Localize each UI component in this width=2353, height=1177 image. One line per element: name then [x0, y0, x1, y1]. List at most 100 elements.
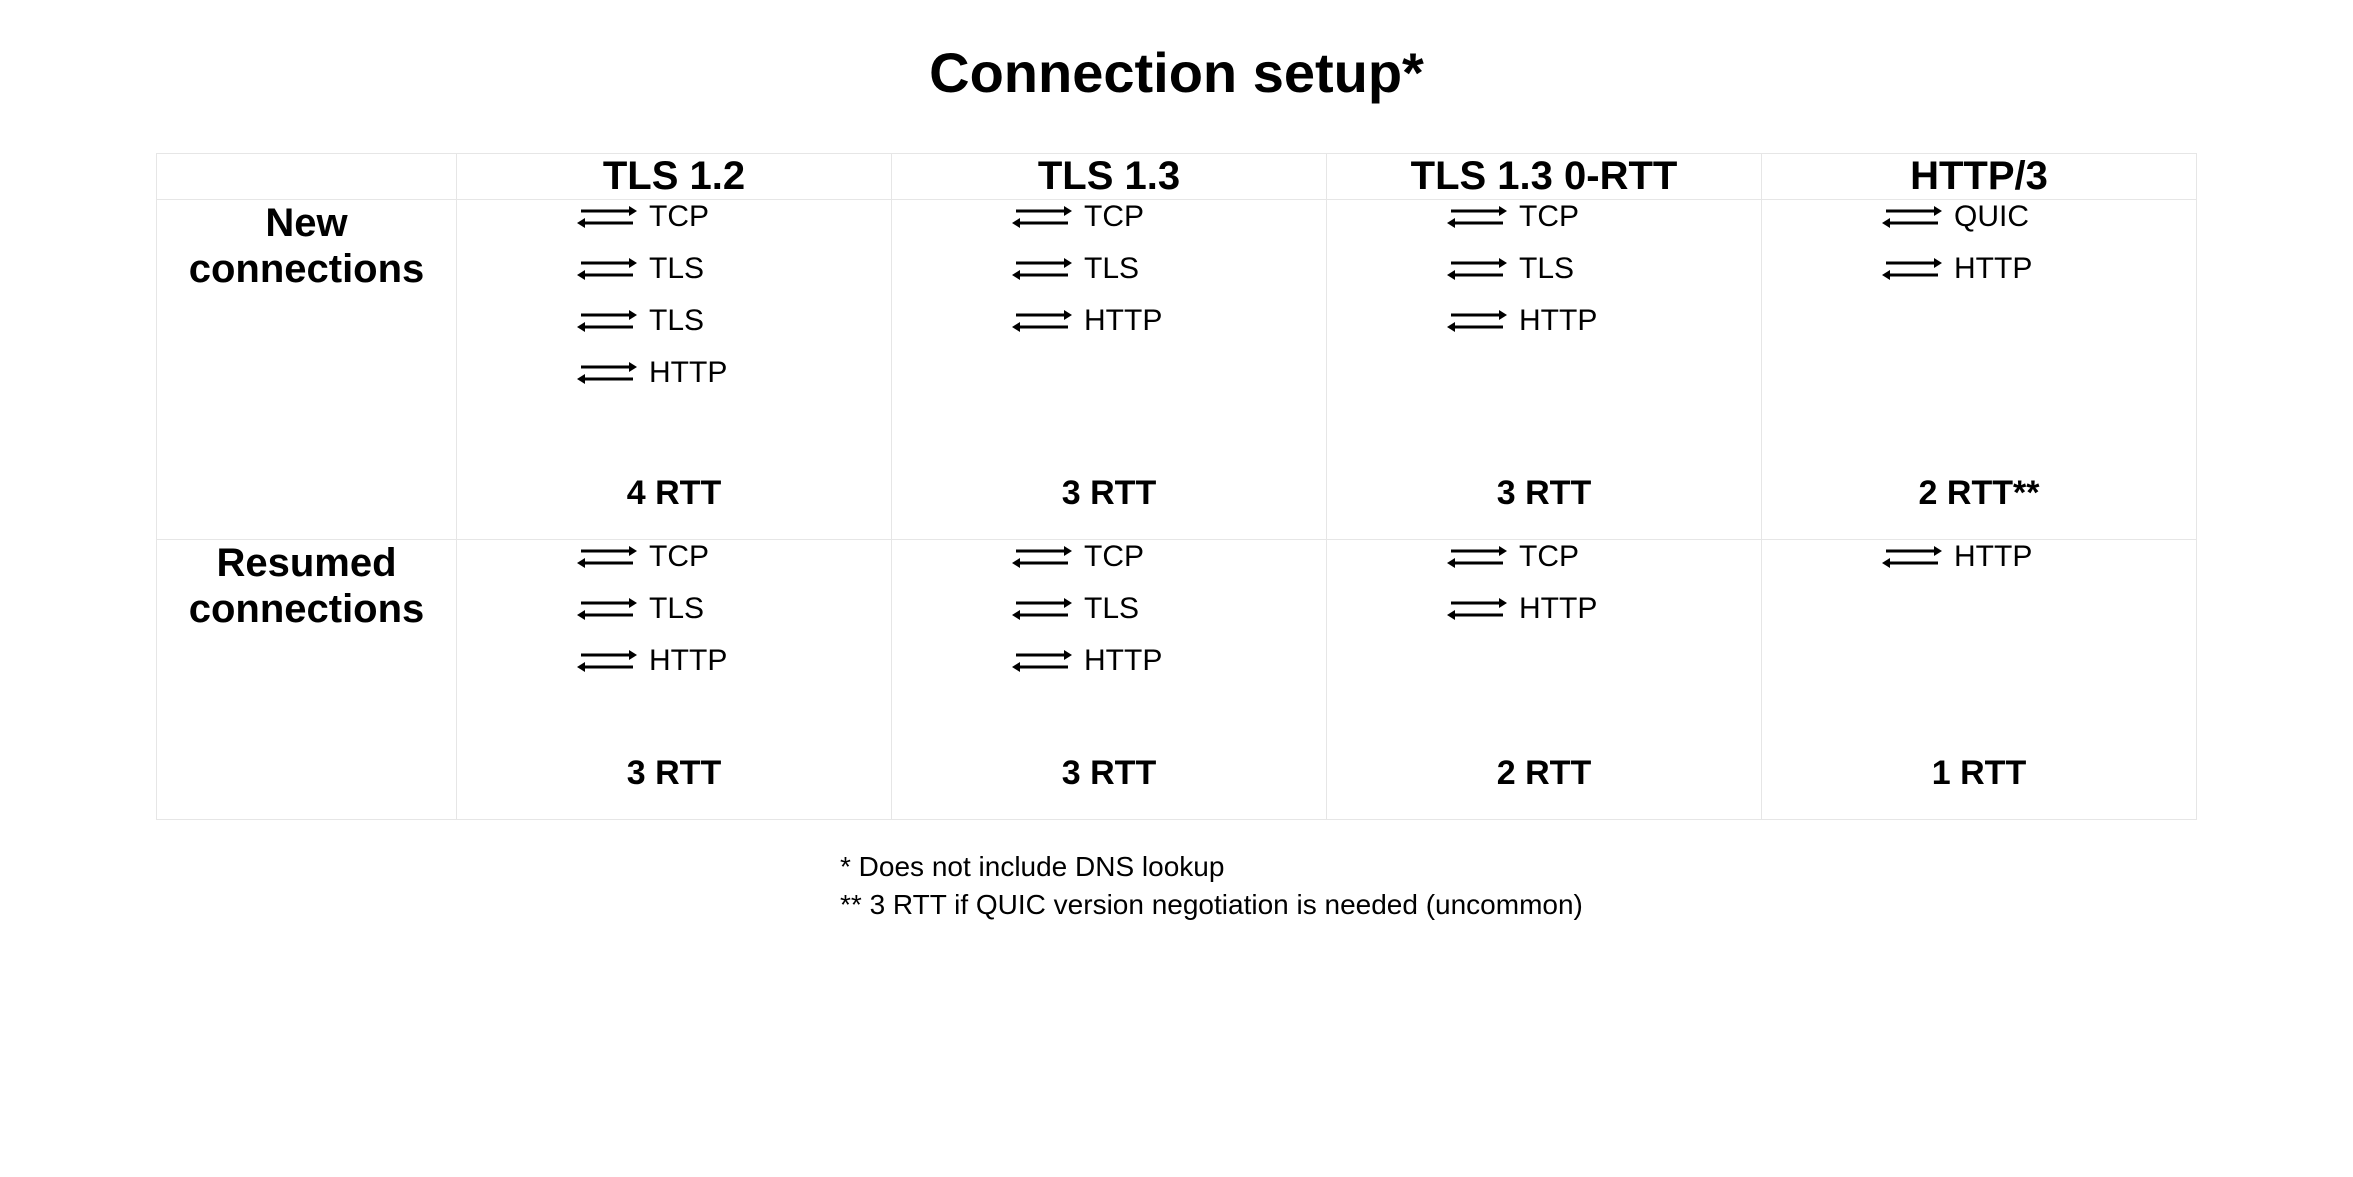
bidirectional-arrows-icon [1447, 592, 1507, 626]
row-label-new-line2: connections [157, 246, 456, 292]
step-label: HTTP [1519, 592, 1597, 626]
rtt-step: HTTP [1882, 540, 2032, 574]
row-label-resumed-line2: connections [157, 586, 456, 632]
footnote-1: * Does not include DNS lookup [840, 848, 2353, 886]
bidirectional-arrows-icon [577, 304, 637, 338]
steps-list: TCP TLS HTTP [1327, 200, 1761, 440]
step-label: TCP [1084, 200, 1144, 234]
steps-list: TCP TLS HTTP [457, 540, 891, 720]
bidirectional-arrows-icon [1012, 540, 1072, 574]
col-header-tls12: TLS 1.2 [457, 154, 892, 200]
steps-list: TCP TLS HTTP [892, 200, 1326, 440]
steps-list: HTTP [1762, 540, 2196, 720]
step-label: HTTP [1519, 304, 1597, 338]
col-header-http3: HTTP/3 [1762, 154, 2197, 200]
rtt-count: 3 RTT [892, 720, 1326, 819]
page-title: Connection setup* [0, 40, 2353, 105]
row-label-resumed-line1: Resumed [157, 540, 456, 586]
footnotes: * Does not include DNS lookup ** 3 RTT i… [0, 848, 2353, 924]
bidirectional-arrows-icon [1447, 200, 1507, 234]
row-label-new-line1: New [157, 200, 456, 246]
step-label: TLS [1084, 252, 1139, 286]
rtt-step: HTTP [577, 644, 727, 678]
bidirectional-arrows-icon [577, 540, 637, 574]
steps-list: TCP TLS TLS HTTP [457, 200, 891, 440]
rtt-count: 4 RTT [457, 440, 891, 539]
rtt-count: 3 RTT [1327, 440, 1761, 539]
rtt-step: TLS [577, 592, 704, 626]
step-label: TLS [1519, 252, 1574, 286]
bidirectional-arrows-icon [577, 252, 637, 286]
connection-table: TLS 1.2 TLS 1.3 TLS 1.3 0-RTT HTTP/3 New… [156, 153, 2197, 820]
step-label: HTTP [1954, 252, 2032, 286]
row-label-new: New connections [157, 200, 457, 540]
bidirectional-arrows-icon [1447, 252, 1507, 286]
cell-new-tls13: TCP TLS HTTP 3 RTT [892, 200, 1327, 540]
bidirectional-arrows-icon [1012, 644, 1072, 678]
rtt-step: HTTP [1447, 592, 1597, 626]
rtt-step: HTTP [1012, 304, 1162, 338]
rtt-step: TCP [1012, 200, 1144, 234]
step-label: TCP [1519, 200, 1579, 234]
row-label-resumed: Resumed connections [157, 540, 457, 820]
bidirectional-arrows-icon [1882, 252, 1942, 286]
cell-new-tls12: TCP TLS TLS HTTP 4 RTT [457, 200, 892, 540]
header-blank [157, 154, 457, 200]
rtt-step: HTTP [577, 356, 727, 390]
rtt-step: TLS [577, 304, 704, 338]
rtt-count: 2 RTT [1327, 720, 1761, 819]
rtt-step: HTTP [1882, 252, 2032, 286]
bidirectional-arrows-icon [1012, 304, 1072, 338]
rtt-step: TCP [577, 540, 709, 574]
col-header-tls13-0rtt: TLS 1.3 0-RTT [1327, 154, 1762, 200]
bidirectional-arrows-icon [577, 356, 637, 390]
bidirectional-arrows-icon [1447, 540, 1507, 574]
step-label: TLS [649, 252, 704, 286]
bidirectional-arrows-icon [1447, 304, 1507, 338]
bidirectional-arrows-icon [1882, 540, 1942, 574]
footnote-2: ** 3 RTT if QUIC version negotiation is … [840, 886, 2353, 924]
bidirectional-arrows-icon [577, 644, 637, 678]
rtt-step: HTTP [1012, 644, 1162, 678]
cell-new-http3: QUIC HTTP 2 RTT** [1762, 200, 2197, 540]
cell-resumed-http3: HTTP 1 RTT [1762, 540, 2197, 820]
step-label: TCP [649, 540, 709, 574]
rtt-step: TCP [1447, 200, 1579, 234]
cell-resumed-tls13-0rtt: TCP HTTP 2 RTT [1327, 540, 1762, 820]
rtt-step: TCP [1012, 540, 1144, 574]
page: Connection setup* TLS 1.2 TLS 1.3 TLS 1.… [0, 0, 2353, 1177]
step-label: TLS [1084, 592, 1139, 626]
step-label: TCP [1519, 540, 1579, 574]
step-label: QUIC [1954, 200, 2029, 234]
steps-list: TCP HTTP [1327, 540, 1761, 720]
step-label: HTTP [1084, 644, 1162, 678]
rtt-step: TCP [1447, 540, 1579, 574]
rtt-step: TLS [1012, 252, 1139, 286]
rtt-count: 1 RTT [1762, 720, 2196, 819]
rtt-step: TLS [577, 252, 704, 286]
bidirectional-arrows-icon [1012, 200, 1072, 234]
rtt-step: QUIC [1882, 200, 2029, 234]
cell-new-tls13-0rtt: TCP TLS HTTP 3 RTT [1327, 200, 1762, 540]
cell-resumed-tls13: TCP TLS HTTP 3 RTT [892, 540, 1327, 820]
step-label: HTTP [1084, 304, 1162, 338]
bidirectional-arrows-icon [1012, 252, 1072, 286]
step-label: HTTP [649, 356, 727, 390]
bidirectional-arrows-icon [1882, 200, 1942, 234]
rtt-step: TLS [1447, 252, 1574, 286]
step-label: HTTP [649, 644, 727, 678]
step-label: TCP [1084, 540, 1144, 574]
header-row: TLS 1.2 TLS 1.3 TLS 1.3 0-RTT HTTP/3 [157, 154, 2197, 200]
cell-resumed-tls12: TCP TLS HTTP 3 RTT [457, 540, 892, 820]
bidirectional-arrows-icon [577, 200, 637, 234]
row-resumed-connections: Resumed connections TCP TLS HTTP 3 RTT T… [157, 540, 2197, 820]
rtt-step: TCP [577, 200, 709, 234]
steps-list: QUIC HTTP [1762, 200, 2196, 440]
step-label: HTTP [1954, 540, 2032, 574]
row-new-connections: New connections TCP TLS TLS HTTP 4 RTT [157, 200, 2197, 540]
bidirectional-arrows-icon [1012, 592, 1072, 626]
step-label: TCP [649, 200, 709, 234]
rtt-step: HTTP [1447, 304, 1597, 338]
steps-list: TCP TLS HTTP [892, 540, 1326, 720]
rtt-step: TLS [1012, 592, 1139, 626]
